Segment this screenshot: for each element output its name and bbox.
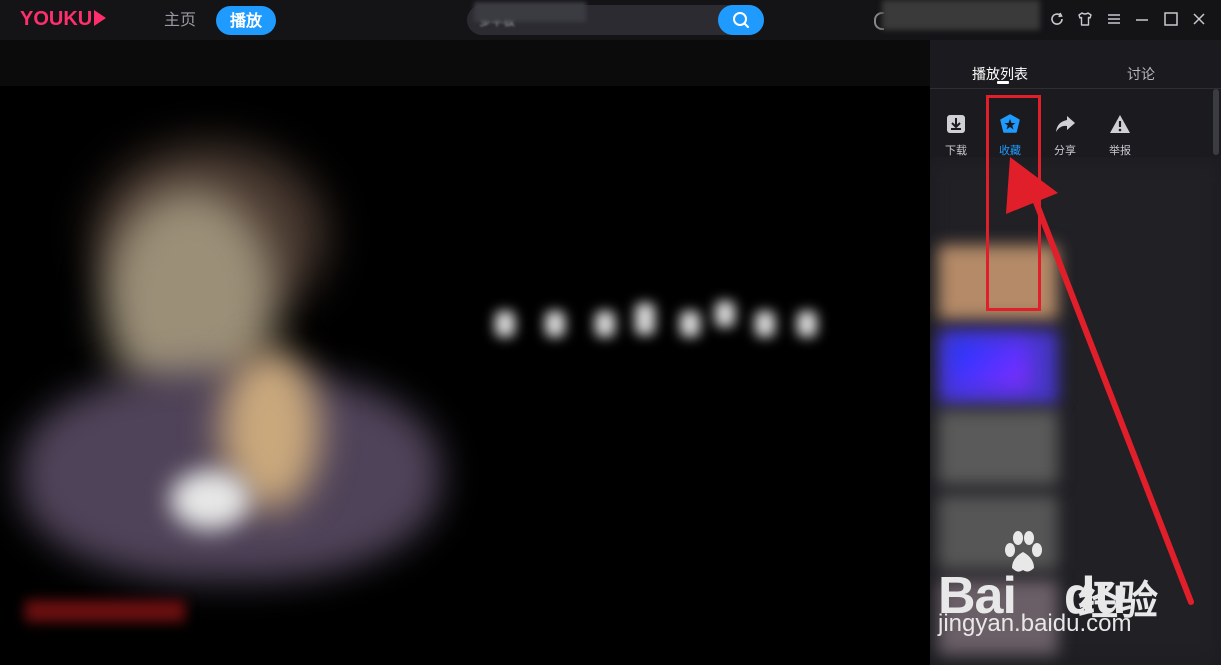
share-button[interactable]: 分享 [1039, 114, 1091, 158]
video-player[interactable] [0, 40, 930, 665]
nav-play-tab[interactable]: 播放 [216, 6, 277, 35]
skin-shirt-icon[interactable] [1076, 10, 1096, 30]
maximize-icon[interactable] [1162, 10, 1182, 30]
search-suggestion-blur [474, 2, 586, 22]
video-subtitle-blur [485, 295, 825, 355]
close-icon[interactable] [1190, 10, 1210, 30]
minimize-icon[interactable] [1133, 10, 1153, 30]
playlist-thumbnail[interactable] [938, 410, 1058, 485]
share-label: 分享 [1054, 144, 1076, 157]
tab-discussion[interactable]: 讨论 [1127, 64, 1155, 84]
video-frame-highlight [170, 470, 250, 530]
annotation-highlight-box [986, 95, 1041, 311]
progress-bar-blur[interactable] [25, 600, 185, 622]
active-tab-indicator [997, 81, 1009, 84]
report-label: 举报 [1109, 144, 1131, 157]
baidu-watermark: Bai du 经验 jingyan.baidu.com [938, 528, 1218, 658]
menu-icon[interactable] [1105, 10, 1125, 30]
user-account-blurred[interactable] [882, 0, 1040, 30]
download-button[interactable]: 下载 [930, 114, 982, 158]
top-bar: YOUKU 主页 播放 多半板 [0, 0, 1221, 40]
search-button[interactable] [718, 5, 764, 35]
share-icon [1056, 116, 1075, 132]
download-label: 下载 [945, 144, 967, 157]
player-top-strip [0, 40, 930, 86]
report-icon [1110, 115, 1130, 133]
download-icon [947, 115, 965, 133]
watermark-url: jingyan.baidu.com [938, 610, 1132, 637]
sidebar-scrollbar[interactable] [1213, 89, 1219, 155]
refresh-icon[interactable] [1048, 10, 1068, 30]
playlist-thumbnail-glow [950, 340, 1030, 390]
youku-logo[interactable]: YOUKU [20, 8, 107, 31]
nav-home-tab[interactable]: 主页 [150, 6, 210, 34]
search-icon [733, 12, 749, 28]
video-action-bar: 下载 收藏 分享 举报 [930, 89, 1221, 157]
logo-arrow-icon [94, 10, 107, 26]
report-button[interactable]: 举报 [1094, 114, 1146, 158]
